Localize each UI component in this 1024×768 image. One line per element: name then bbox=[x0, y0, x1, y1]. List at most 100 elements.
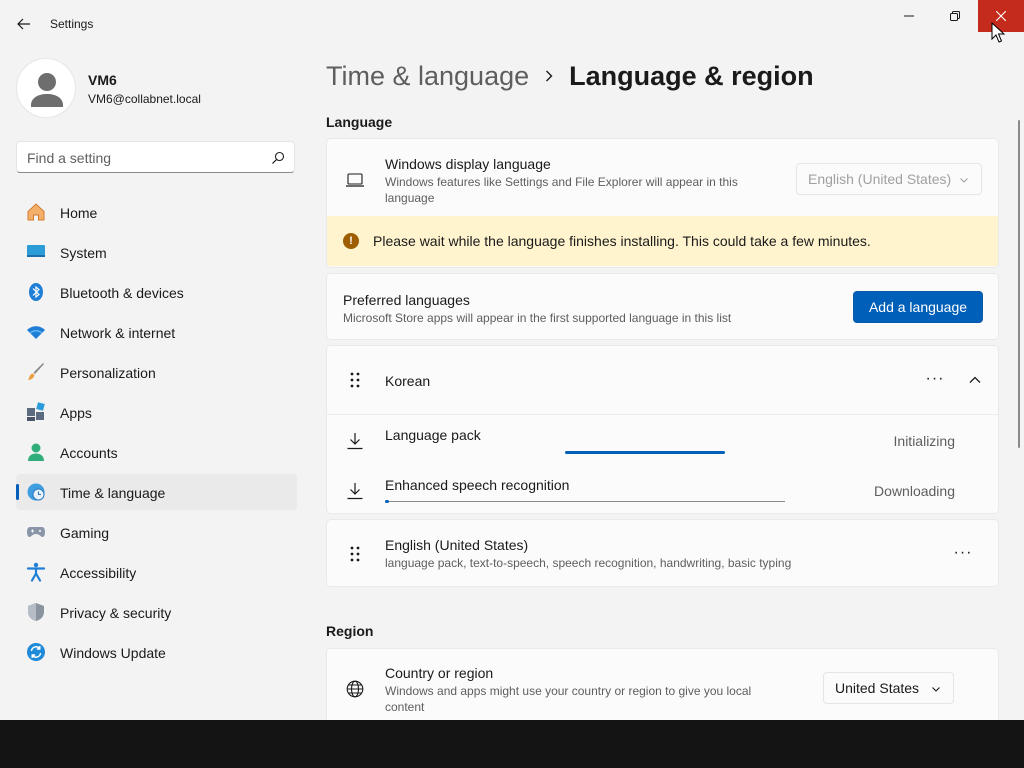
profile-email: VM6@collabnet.local bbox=[88, 92, 201, 106]
preferred-languages-title: Preferred languages bbox=[343, 292, 470, 308]
english-language-card: English (United States) language pack, t… bbox=[326, 519, 999, 587]
country-region-dropdown[interactable]: United States bbox=[823, 672, 954, 704]
sidebar-item-label: Accessibility bbox=[60, 565, 137, 581]
minimize-button[interactable] bbox=[886, 0, 932, 32]
laptop-icon bbox=[345, 170, 365, 190]
sidebar-item-label: Network & internet bbox=[60, 325, 176, 341]
app-title: Settings bbox=[50, 17, 94, 31]
sidebar-item-apps[interactable]: Apps bbox=[16, 394, 297, 430]
time-language-icon bbox=[26, 482, 46, 502]
breadcrumb: Time & language Language & region bbox=[326, 58, 814, 94]
accounts-icon bbox=[26, 442, 46, 462]
drag-handle-icon[interactable] bbox=[345, 544, 365, 564]
title-bar: Settings bbox=[0, 0, 1024, 48]
sidebar-item-label: Home bbox=[60, 205, 98, 221]
divider bbox=[327, 414, 998, 415]
sidebar-item-home[interactable]: Home bbox=[16, 194, 297, 230]
dropdown-value: English (United States) bbox=[808, 171, 952, 187]
sidebar-item-label: Gaming bbox=[60, 525, 110, 541]
user-icon bbox=[31, 73, 63, 107]
sidebar-item-label: Time & language bbox=[60, 485, 166, 501]
sidebar-item-label: Windows Update bbox=[60, 645, 166, 661]
network-icon bbox=[26, 322, 46, 342]
add-language-button[interactable]: Add a language bbox=[853, 291, 983, 323]
more-options-button[interactable]: ··· bbox=[947, 541, 979, 565]
speech-status: Downloading bbox=[874, 483, 955, 499]
korean-language-card: Korean ··· Language pack Initializing En… bbox=[326, 345, 999, 514]
chevron-up-icon[interactable] bbox=[965, 370, 985, 390]
country-region-description: Windows and apps might use your country … bbox=[385, 684, 752, 714]
chevron-right-icon bbox=[529, 70, 569, 82]
sidebar-item-time-language[interactable]: Time & language bbox=[16, 474, 297, 510]
home-icon bbox=[26, 202, 46, 222]
sidebar-item-label: Privacy & security bbox=[60, 605, 172, 621]
sidebar-item-system[interactable]: System bbox=[16, 234, 297, 270]
sidebar-item-label: System bbox=[60, 245, 107, 261]
sidebar-item-bluetooth[interactable]: Bluetooth & devices bbox=[16, 274, 297, 310]
preferred-languages-description: Microsoft Store apps will appear in the … bbox=[343, 311, 732, 325]
system-icon bbox=[26, 242, 46, 262]
sidebar-item-privacy[interactable]: Privacy & security bbox=[16, 594, 297, 630]
country-region-card: Country or region Windows and apps might… bbox=[326, 648, 999, 720]
warning-text: Please wait while the language finishes … bbox=[373, 233, 871, 249]
display-language-card: Windows display language Windows feature… bbox=[326, 138, 999, 268]
minimize-icon bbox=[904, 15, 914, 17]
speech-recognition-label: Enhanced speech recognition bbox=[385, 477, 570, 493]
warning-icon: ! bbox=[343, 233, 359, 249]
apps-icon bbox=[26, 402, 46, 422]
download-icon bbox=[345, 431, 365, 451]
drag-handle-icon[interactable] bbox=[345, 370, 365, 390]
search-input[interactable] bbox=[27, 148, 257, 168]
page-title: Language & region bbox=[569, 60, 814, 91]
sidebar-item-windows-update[interactable]: Windows Update bbox=[16, 634, 297, 670]
close-icon bbox=[996, 11, 1006, 21]
chevron-down-icon bbox=[932, 687, 940, 692]
brush-icon bbox=[26, 362, 46, 382]
sidebar-item-accessibility[interactable]: Accessibility bbox=[16, 554, 297, 590]
search-icon[interactable] bbox=[271, 151, 285, 165]
download-icon bbox=[345, 481, 365, 501]
language-pack-status: Initializing bbox=[893, 433, 955, 449]
taskbar bbox=[0, 720, 1024, 768]
english-language-features: language pack, text-to-speech, speech re… bbox=[385, 556, 792, 570]
section-heading-language: Language bbox=[326, 114, 393, 130]
search-box[interactable] bbox=[16, 141, 295, 173]
scrollbar[interactable] bbox=[1018, 120, 1020, 448]
sidebar-item-accounts[interactable]: Accounts bbox=[16, 434, 297, 470]
language-pack-label: Language pack bbox=[385, 427, 481, 443]
restore-icon bbox=[950, 11, 960, 21]
english-language-name: English (United States) bbox=[385, 537, 529, 553]
sidebar-item-gaming[interactable]: Gaming bbox=[16, 514, 297, 550]
sidebar-item-network[interactable]: Network & internet bbox=[16, 314, 297, 350]
user-profile[interactable]: VM6 VM6@collabnet.local bbox=[16, 58, 296, 118]
chevron-down-icon bbox=[960, 178, 968, 183]
settings-window: Settings VM6 VM6@collabnet.local Find a … bbox=[0, 0, 1024, 720]
sidebar-nav: Home System Bluetooth & devices Network … bbox=[16, 194, 297, 674]
more-options-button[interactable]: ··· bbox=[919, 367, 951, 391]
sidebar-item-personalization[interactable]: Personalization bbox=[16, 354, 297, 390]
bluetooth-icon bbox=[26, 282, 46, 302]
accessibility-icon bbox=[26, 562, 46, 582]
profile-name: VM6 bbox=[88, 72, 117, 88]
mouse-cursor-icon bbox=[991, 22, 1005, 43]
breadcrumb-parent[interactable]: Time & language bbox=[326, 61, 529, 92]
update-icon bbox=[26, 642, 46, 662]
preferred-languages-card: Preferred languages Microsoft Store apps… bbox=[326, 273, 999, 340]
back-arrow-icon bbox=[17, 18, 30, 30]
country-region-title: Country or region bbox=[385, 665, 494, 681]
restore-button[interactable] bbox=[932, 0, 978, 32]
install-warning-banner: ! Please wait while the language finishe… bbox=[327, 216, 998, 266]
speech-progress-track bbox=[385, 501, 785, 502]
section-heading-region: Region bbox=[326, 623, 374, 639]
sidebar-item-label: Accounts bbox=[60, 445, 118, 461]
display-language-description: Windows features like Settings and File … bbox=[385, 175, 738, 205]
korean-language-name: Korean bbox=[385, 373, 431, 389]
speech-progress-bar bbox=[385, 500, 389, 503]
sidebar-item-label: Apps bbox=[60, 405, 92, 421]
gaming-icon bbox=[26, 522, 46, 542]
display-language-dropdown[interactable]: English (United States) bbox=[796, 163, 982, 195]
language-pack-progress-bar bbox=[565, 451, 725, 454]
globe-icon bbox=[345, 679, 365, 699]
back-button[interactable] bbox=[12, 14, 36, 34]
sidebar-item-label: Bluetooth & devices bbox=[60, 285, 184, 301]
